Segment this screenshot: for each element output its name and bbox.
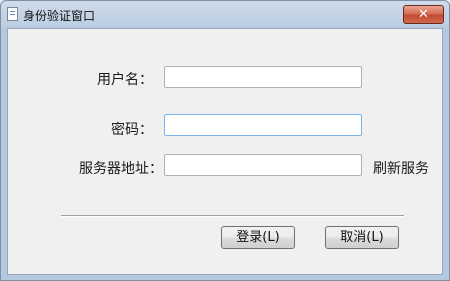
close-button[interactable]: ✕ — [403, 5, 444, 24]
auth-window: 身份验证窗口 ✕ 用户名： 密码： 服务器地址： 刷新服务 登录(L) 取消(L… — [0, 0, 450, 281]
separator — [61, 215, 404, 217]
cancel-button[interactable]: 取消(L) — [325, 226, 399, 249]
dialog-body: 用户名： 密码： 服务器地址： 刷新服务 登录(L) 取消(L) — [7, 28, 443, 275]
server-address-label: 服务器地址： — [79, 161, 163, 177]
title-bar[interactable]: 身份验证窗口 ✕ — [1, 1, 449, 28]
refresh-service-link[interactable]: 刷新服务 — [373, 158, 429, 178]
password-input[interactable] — [164, 114, 362, 136]
password-label: 密码： — [111, 122, 153, 138]
username-input[interactable] — [164, 66, 362, 88]
close-icon: ✕ — [418, 7, 429, 22]
window-title: 身份验证窗口 — [23, 9, 96, 23]
login-button[interactable]: 登录(L) — [221, 226, 295, 249]
server-address-input[interactable] — [164, 154, 362, 176]
username-label: 用户名： — [97, 72, 153, 88]
document-icon — [7, 7, 18, 21]
